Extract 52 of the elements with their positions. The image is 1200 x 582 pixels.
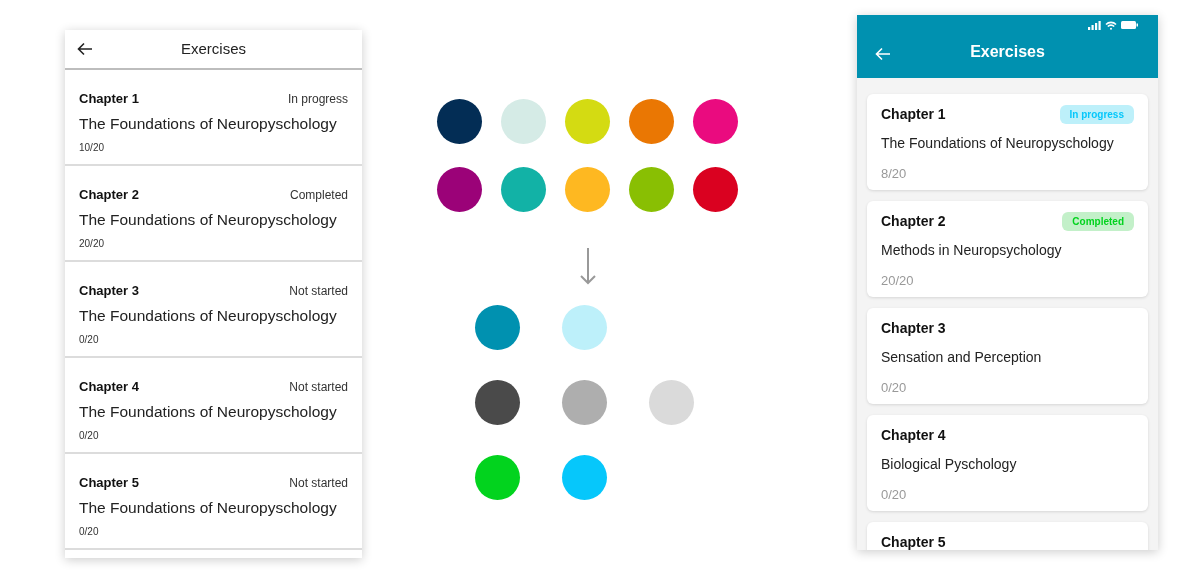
progress-count: 20/20	[881, 272, 915, 290]
chapter-title: The Foundations of Neuropyschology	[79, 113, 338, 134]
chapter-card[interactable]: Chapter 3 Sensation and Perception 0/20	[867, 308, 1148, 404]
chapter-label: Chapter 5	[881, 532, 946, 550]
chapter-title: The Foundations of Neuropyschology	[881, 134, 1115, 153]
chapter-label: Chapter 1	[881, 104, 946, 124]
down-arrow-icon	[578, 247, 597, 285]
back-icon[interactable]	[77, 42, 93, 56]
progress-count: 0/20	[79, 524, 100, 539]
progress-count: 8/20	[881, 165, 908, 183]
screen-title: Exercises	[969, 41, 1046, 62]
progress-count: 20/20	[79, 236, 106, 251]
screen-title: Exercises	[180, 38, 247, 59]
chapter-item[interactable]: Chapter 5 Not started The Foundations of Neuropyschology 0/20	[65, 454, 362, 550]
chapter-item[interactable]: Chapter 4 Not started The Foundations of Neuropyschology 0/20	[65, 358, 362, 454]
chapter-title: The Foundations of Neuropyschology	[79, 305, 338, 326]
progress-count: 0/20	[79, 428, 100, 443]
progress-count: 10/20	[79, 140, 106, 155]
status-text: Not started	[289, 474, 348, 492]
progress-count: 0/20	[881, 379, 908, 397]
chapter-title: Methods in Neuropsychology	[881, 241, 1063, 260]
chapter-label: Chapter 3	[79, 282, 139, 300]
chapter-card[interactable]: Chapter 1 In progress The Foundations of Neuropyschology 8/20	[867, 94, 1148, 190]
chapter-title: The Foundations of Neuropyschology	[79, 497, 338, 518]
status-text: Not started	[289, 378, 348, 396]
progress-count: 0/20	[79, 332, 100, 347]
battery-icon	[1121, 21, 1138, 29]
chapter-card[interactable]: Chapter 4 Biological Pyschology 0/20	[867, 415, 1148, 511]
chapter-title: The Foundations of Neuropyschology	[79, 209, 338, 230]
chapter-label: Chapter 4	[79, 378, 139, 396]
chapter-item[interactable]: Chapter 2 Completed The Foundations of Neuropyschology 20/20	[65, 166, 362, 262]
chapter-title: Biological Pyschology	[881, 455, 1018, 474]
chapter-label: Chapter 5	[79, 474, 139, 492]
status-text: Completed	[289, 186, 348, 204]
chapter-item[interactable]: Chapter 1 In progress The Foundations of Neuropyschology 10/20	[65, 70, 362, 166]
chapter-label: Chapter 2	[881, 211, 946, 231]
chapter-item[interactable]: Chapter 3 Not started The Foundations of Neuropyschology 0/20	[65, 262, 362, 358]
chapter-label: Chapter 2	[79, 186, 139, 204]
chapter-label: Chapter 4	[881, 425, 946, 445]
status-badge: In progress	[1059, 104, 1134, 124]
progress-count: 0/20	[881, 486, 908, 504]
chapter-title: Sensation and Perception	[881, 348, 1043, 367]
chapter-card[interactable]: Chapter 5	[867, 522, 1148, 550]
chapter-card[interactable]: Chapter 2 Completed Methods in Neuropsychology 20/20	[867, 201, 1148, 297]
chapter-title: The Foundations of Neuropyschology	[79, 401, 338, 422]
chapter-label: Chapter 1	[79, 90, 139, 108]
status-badge: Completed	[1062, 211, 1134, 231]
chapter-label: Chapter 3	[881, 318, 946, 338]
wifi-icon	[1105, 20, 1117, 30]
signal-icon	[1088, 20, 1101, 30]
status-text: In progress	[287, 90, 348, 108]
status-text: Not started	[289, 282, 348, 300]
